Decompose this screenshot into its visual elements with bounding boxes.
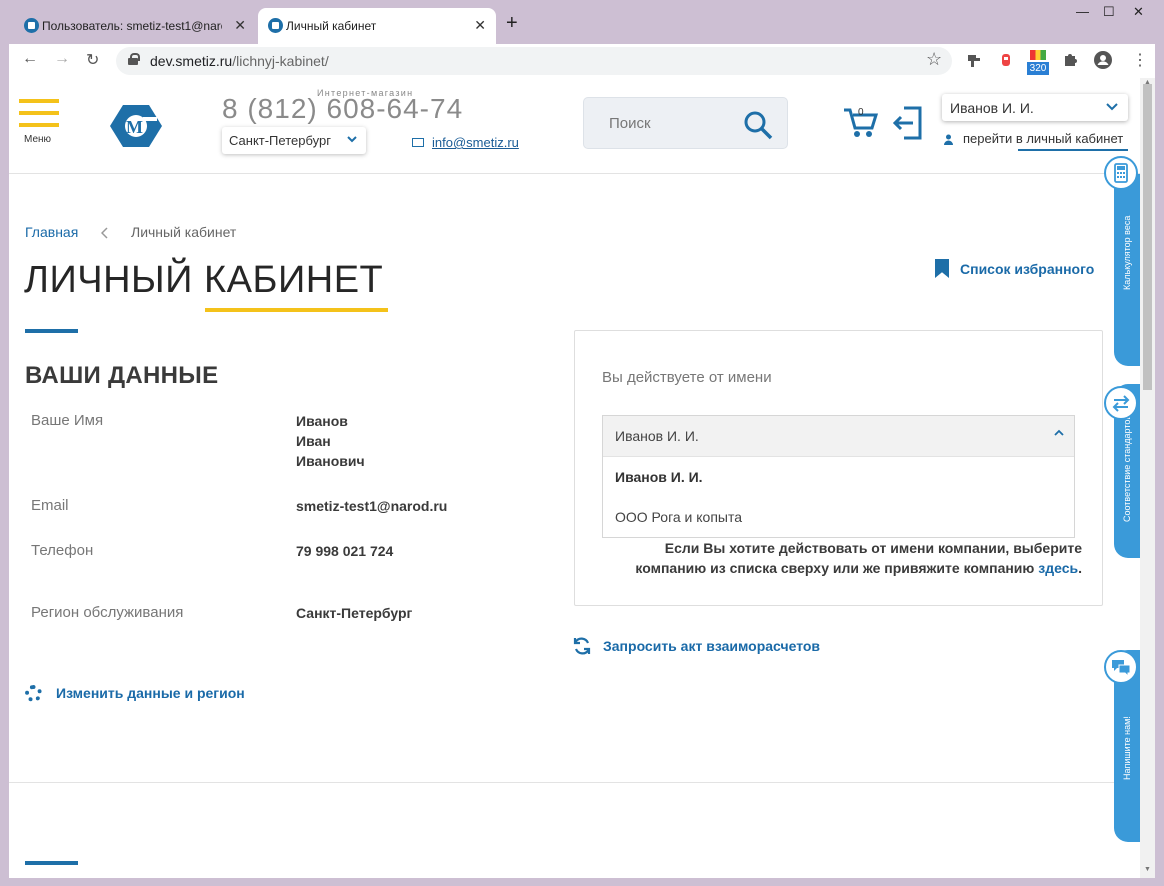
header-divider	[9, 173, 1140, 174]
chevron-up-icon[interactable]	[1054, 428, 1064, 438]
close-window-button[interactable]: ✕	[1133, 4, 1144, 20]
menu-burger-icon[interactable]	[19, 99, 59, 129]
site-favicon-icon	[24, 18, 39, 33]
city-label: Санкт-Петербург	[229, 133, 331, 148]
city-select[interactable]: Санкт-Петербург	[222, 127, 366, 154]
side-tab-weight-calculator[interactable]: Калькулятор веса	[1114, 174, 1140, 366]
acting-as-option[interactable]: ООО Рога и копыта	[615, 509, 742, 525]
content-divider	[9, 782, 1140, 783]
swap-arrows-icon[interactable]	[1104, 386, 1138, 420]
scroll-down-icon[interactable]: ▼	[1143, 866, 1152, 873]
region-label: Регион обслуживания	[31, 604, 184, 621]
browser-tab-user[interactable]: Пользователь: smetiz-test1@narod.ru ✕	[14, 8, 256, 44]
forward-icon[interactable]: →	[54, 50, 70, 68]
cabinet-link-underline	[1018, 149, 1128, 151]
logout-icon[interactable]	[893, 106, 923, 140]
acting-as-label: Вы действуете от имени	[602, 369, 772, 386]
user-select-label: Иванов И. И.	[950, 100, 1034, 116]
new-tab-button[interactable]: +	[506, 12, 518, 35]
cart-count: 0	[858, 107, 864, 118]
email-label: Email	[31, 497, 69, 514]
acting-as-option[interactable]: Иванов И. И.	[615, 469, 703, 485]
edit-refresh-icon[interactable]	[25, 685, 42, 702]
acting-as-hint: Если Вы хотите действовать от имени комп…	[635, 540, 1082, 576]
extension-icon[interactable]	[966, 52, 982, 68]
header-phone[interactable]: 8 (812) 608-64-74	[222, 93, 463, 125]
calculator-icon[interactable]	[1104, 156, 1138, 190]
chevron-down-icon	[347, 136, 357, 143]
side-tab-label: Калькулятор веса	[1122, 215, 1132, 290]
site-logo[interactable]: M	[109, 103, 163, 149]
back-icon[interactable]: ←	[22, 50, 38, 68]
lock-icon	[128, 53, 140, 65]
reload-icon[interactable]: ↻	[86, 50, 99, 70]
scrollbar-thumb[interactable]	[1143, 84, 1152, 390]
tab-title: Пользователь: smetiz-test1@narod.ru	[42, 19, 222, 33]
region-value: Санкт-Петербург	[296, 605, 413, 621]
name-value: Иванов Иван Иванович	[296, 413, 365, 469]
extension-bug-icon[interactable]	[998, 52, 1014, 68]
chevron-down-icon	[1106, 103, 1118, 111]
phone-value: 79 998 021 724	[296, 543, 394, 559]
name-label: Ваше Имя	[31, 412, 104, 429]
maximize-window-button[interactable]: ☐	[1103, 4, 1115, 20]
user-select[interactable]: Иванов И. И.	[942, 94, 1128, 121]
bookmark-star-icon[interactable]: ☆	[926, 49, 942, 70]
close-tab-icon[interactable]: ✕	[234, 17, 246, 34]
minimize-window-button[interactable]: —	[1076, 4, 1089, 19]
page-title: ЛИЧНЫЙ КАБИНЕТ	[24, 259, 384, 301]
browser-menu-icon[interactable]: ⋮	[1132, 50, 1148, 70]
phone-label: Телефон	[31, 542, 94, 559]
menu-label[interactable]: Меню	[24, 134, 51, 145]
breadcrumb-home[interactable]: Главная	[25, 224, 78, 240]
request-reconciliation-link[interactable]: Запросить акт взаиморасчетов	[603, 638, 820, 654]
breadcrumb-current: Личный кабинет	[131, 224, 237, 240]
svg-text:M: M	[126, 117, 143, 137]
search-placeholder[interactable]: Поиск	[609, 115, 651, 132]
mail-icon	[412, 138, 424, 147]
address-url[interactable]: dev.smetiz.ru/lichnyj-kabinet/	[150, 53, 329, 69]
cabinet-link[interactable]: перейти в личный кабинет	[963, 131, 1123, 146]
your-data-title: ВАШИ ДАННЫЕ	[25, 362, 219, 389]
search-icon[interactable]	[742, 109, 774, 141]
site-favicon-icon	[268, 18, 283, 33]
side-tab-label: Соответствие стандартов	[1122, 414, 1132, 522]
acting-as-selected[interactable]: Иванов И. И.	[615, 428, 699, 444]
chevron-left-icon	[101, 227, 108, 239]
section-divider	[25, 861, 78, 865]
email-value: smetiz-test1@narod.ru	[296, 498, 448, 514]
section-divider	[25, 329, 78, 333]
edit-data-link[interactable]: Изменить данные и регион	[56, 685, 245, 701]
title-underline	[205, 308, 388, 312]
chat-icon[interactable]	[1104, 650, 1138, 684]
profile-icon[interactable]	[1094, 51, 1112, 69]
puzzle-icon[interactable]	[1062, 52, 1078, 68]
bind-company-link[interactable]: здесь	[1038, 560, 1078, 576]
browser-tab-cabinet[interactable]: Личный кабинет ✕	[258, 8, 496, 44]
scroll-up-icon[interactable]: ▲	[1143, 79, 1152, 86]
header-email-link[interactable]: info@smetiz.ru	[432, 135, 519, 150]
side-tab-label: Напишите нам!	[1122, 716, 1132, 780]
tab-title: Личный кабинет	[286, 19, 377, 33]
favorites-link[interactable]: Список избранного	[960, 261, 1094, 277]
person-icon	[944, 134, 953, 145]
sync-icon[interactable]	[572, 636, 592, 656]
extension-counter-icon[interactable]: 320	[1027, 50, 1049, 76]
close-tab-icon[interactable]: ✕	[474, 17, 486, 34]
